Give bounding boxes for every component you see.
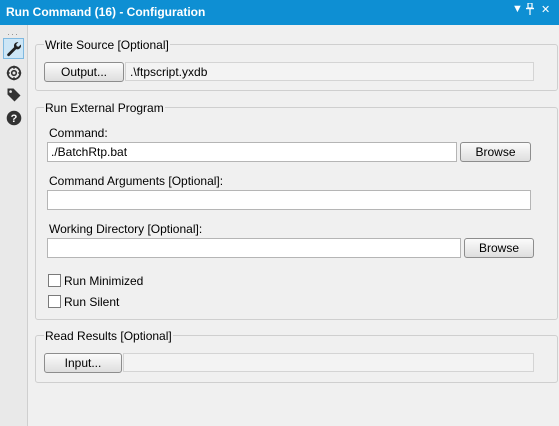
output-path-field: .\ftpscript.yxdb <box>125 62 534 81</box>
tag-icon[interactable] <box>3 84 24 105</box>
command-input[interactable] <box>47 142 457 162</box>
input-button[interactable]: Input... <box>44 353 122 373</box>
write-source-group: Write Source [Optional] Output... .\ftps… <box>35 38 558 91</box>
workdir-browse-button[interactable]: Browse <box>464 238 534 258</box>
dropdown-icon[interactable]: ▼ <box>512 3 523 15</box>
close-icon[interactable]: ✕ <box>541 3 550 16</box>
tool-sidebar: ··· ? <box>0 25 28 426</box>
pin-icon[interactable] <box>525 2 535 18</box>
write-source-title: Write Source [Optional] <box>44 38 170 52</box>
svg-text:?: ? <box>10 113 17 125</box>
run-external-title: Run External Program <box>44 101 165 115</box>
command-browse-button[interactable]: Browse <box>460 142 531 162</box>
workdir-input[interactable] <box>47 238 461 258</box>
wrench-icon[interactable] <box>3 38 24 59</box>
run-silent-label: Run Silent <box>64 295 120 309</box>
run-external-group: Run External Program Command: Browse Com… <box>35 101 558 320</box>
target-icon[interactable] <box>3 62 24 83</box>
output-button[interactable]: Output... <box>44 62 124 82</box>
read-results-group: Read Results [Optional] Input... <box>35 329 558 383</box>
command-label: Command: <box>49 126 108 140</box>
run-minimized-checkbox[interactable] <box>48 274 61 287</box>
input-path-field <box>123 353 534 372</box>
window-title: Run Command (16) - Configuration <box>6 5 206 19</box>
workdir-label: Working Directory [Optional]: <box>49 222 203 236</box>
args-label: Command Arguments [Optional]: <box>49 174 224 188</box>
read-results-title: Read Results [Optional] <box>44 329 173 343</box>
run-silent-checkbox[interactable] <box>48 295 61 308</box>
run-minimized-label: Run Minimized <box>64 274 144 288</box>
help-icon[interactable]: ? <box>3 107 24 128</box>
title-bar: Run Command (16) - Configuration ▼ ✕ <box>0 0 559 25</box>
args-input[interactable] <box>47 190 531 210</box>
